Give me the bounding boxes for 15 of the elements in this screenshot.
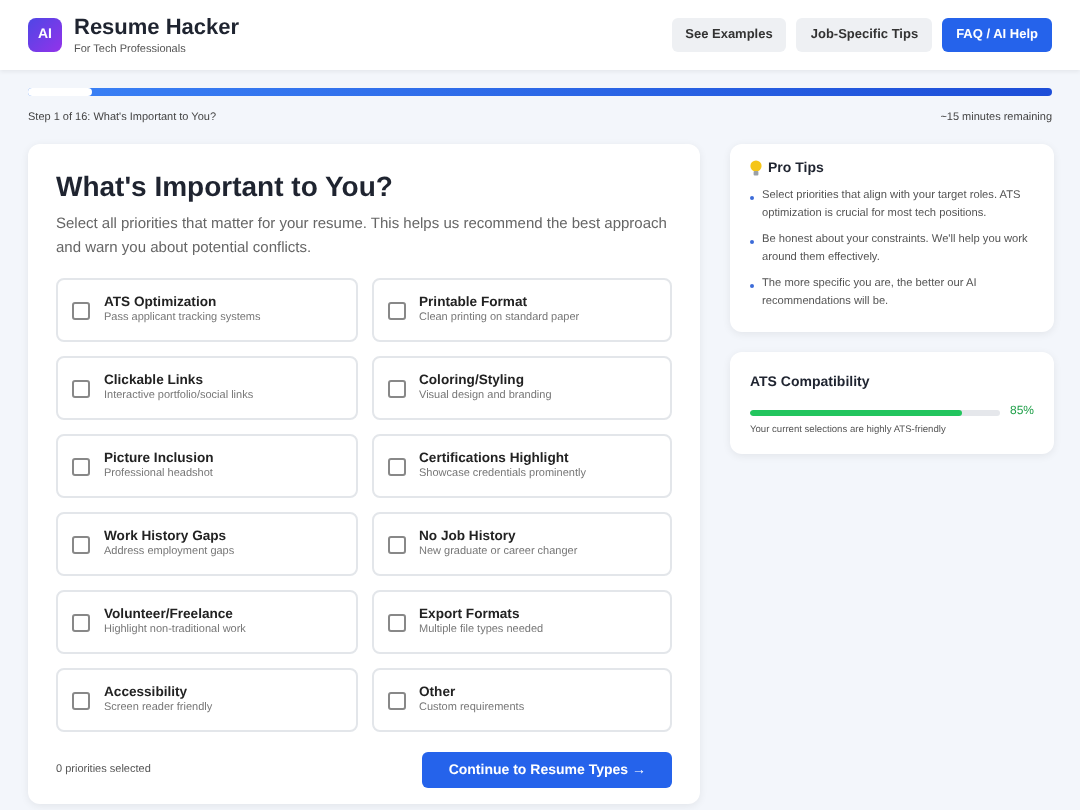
checkbox[interactable] — [387, 613, 405, 631]
lightbulb-icon — [750, 160, 762, 176]
checkbox[interactable] — [72, 457, 90, 475]
checkbox[interactable] — [72, 301, 90, 319]
checkbox[interactable] — [72, 613, 90, 631]
checkbox[interactable] — [387, 457, 405, 475]
checkbox[interactable] — [72, 691, 90, 709]
checkbox[interactable] — [387, 691, 405, 709]
section-title: What's Important to You? — [56, 170, 395, 202]
checkbox[interactable] — [387, 379, 405, 397]
checkbox[interactable] — [387, 301, 405, 319]
checkbox[interactable] — [72, 379, 90, 397]
checkbox[interactable] — [387, 535, 405, 553]
app-title: Resume Hacker — [74, 15, 240, 41]
checkbox[interactable] — [72, 535, 90, 553]
